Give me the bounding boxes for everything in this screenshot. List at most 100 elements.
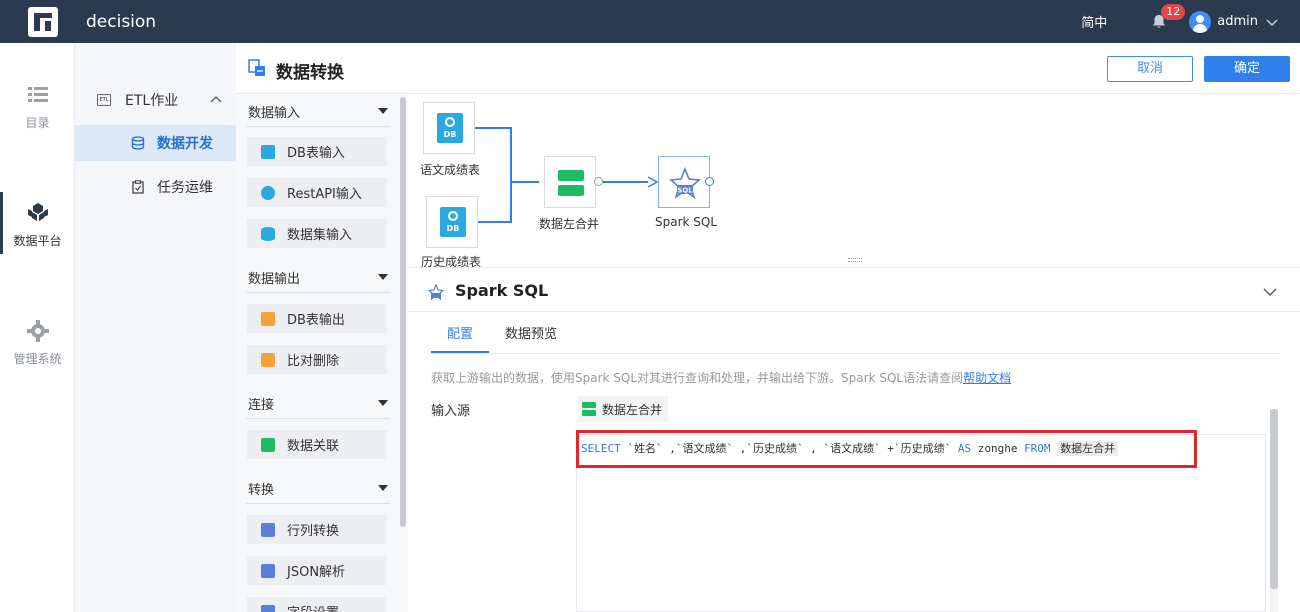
node-left-merge[interactable] — [544, 156, 596, 208]
cube-icon — [27, 203, 48, 221]
db-output-icon — [261, 311, 275, 326]
divider — [246, 418, 390, 419]
nav-item-label: 管理系统 — [13, 352, 62, 366]
user-name[interactable]: admin — [1217, 14, 1258, 29]
resize-handle[interactable] — [848, 258, 862, 262]
caret-down-icon — [378, 485, 388, 491]
main-content: 数据转换 取消 确定 数据输入 DB表输入 RestAPI输入 数据集输入 数据… — [236, 43, 1300, 612]
nav-item-data-platform[interactable]: 数据平台 — [0, 192, 75, 254]
output-port[interactable] — [705, 177, 714, 186]
field-settings-icon — [261, 604, 275, 612]
component-db-output[interactable]: DB表输出 — [247, 304, 387, 333]
caret-down-icon — [378, 400, 388, 406]
subnav-item-data-dev[interactable]: 数据开发 — [75, 125, 236, 161]
component-label: DB表输出 — [287, 313, 345, 328]
spark-sql-icon: SQL — [669, 167, 701, 199]
output-port[interactable] — [594, 177, 603, 186]
caret-down-icon — [378, 274, 388, 280]
component-label: 比对删除 — [287, 354, 340, 369]
merge-icon — [582, 402, 596, 416]
category-data-output[interactable]: 数据输出 — [248, 268, 388, 292]
tab-config[interactable]: 配置 — [447, 323, 473, 342]
language-switch[interactable]: 简中 — [1081, 12, 1107, 31]
database-icon — [131, 136, 145, 150]
node-label: 历史成绩表 — [421, 255, 482, 269]
nav-item-catalog[interactable]: 目录 — [0, 84, 75, 131]
component-compare-delete[interactable]: 比对删除 — [247, 345, 387, 374]
category-join[interactable]: 连接 — [248, 394, 388, 418]
panel-scrollbar[interactable] — [400, 97, 406, 527]
json-icon — [261, 563, 275, 578]
category-label: 连接 — [248, 398, 275, 413]
database-edit-icon: DB — [437, 113, 463, 143]
chevron-down-icon[interactable] — [1263, 285, 1277, 299]
nav-item-label: 数据平台 — [13, 234, 62, 248]
node-label: 数据左合并 — [539, 217, 600, 231]
component-label: DB表输入 — [287, 146, 345, 161]
gear-icon — [26, 320, 49, 342]
help-doc-link[interactable]: 帮助文档 — [963, 371, 1011, 385]
chevron-up-icon[interactable] — [210, 94, 222, 106]
merge-icon — [558, 170, 584, 196]
caret-down-icon — [378, 108, 388, 114]
component-row-col-transform[interactable]: 行列转换 — [247, 515, 387, 544]
input-source-label: 输入源 — [431, 404, 471, 419]
subnav-item-label: 任务运维 — [157, 180, 213, 196]
join-icon — [261, 437, 275, 452]
divider — [246, 503, 390, 504]
input-source-tag[interactable]: 数据左合并 — [578, 396, 669, 422]
properties-panel: Spark SQL 配置 数据预览 获取上游输出的数据，使用Spark SQL对… — [408, 269, 1300, 612]
nav-item-management[interactable]: 管理系统 — [0, 320, 75, 367]
subnav-item-task-ops[interactable]: 任务运维 — [75, 169, 236, 205]
component-data-join[interactable]: 数据关联 — [247, 430, 387, 459]
clipboard-icon — [132, 180, 144, 194]
component-field-settings[interactable]: 字段设置 — [247, 597, 387, 612]
spark-sql-small-icon — [428, 284, 444, 300]
category-label: 数据输出 — [248, 272, 301, 287]
flow-connectors — [473, 127, 659, 223]
app-logo[interactable] — [28, 6, 58, 37]
flow-canvas[interactable]: DB 语文成绩表 DB 历史成绩表 数据左合并 SQL Spark SQL — [408, 95, 1300, 269]
component-json-parse[interactable]: JSON解析 — [247, 556, 387, 585]
avatar[interactable] — [1189, 10, 1212, 33]
row-col-icon — [261, 522, 275, 537]
database-edit-icon: DB — [440, 207, 466, 237]
properties-title: Spark SQL — [455, 281, 549, 300]
api-icon — [261, 185, 275, 200]
page-header: 数据转换 取消 确定 — [236, 43, 1300, 94]
category-transform[interactable]: 转换 — [248, 479, 388, 503]
subnav-group-etl[interactable]: ETL ETL作业 — [75, 85, 236, 115]
editor-scrollbar[interactable] — [1270, 409, 1278, 589]
component-label: 数据集输入 — [287, 228, 353, 243]
confirm-button[interactable]: 确定 — [1204, 56, 1290, 82]
etl-icon: ETL — [97, 94, 111, 106]
divider — [246, 126, 390, 127]
subnav-group-label: ETL作业 — [125, 93, 179, 109]
node-spark-sql[interactable]: SQL — [658, 156, 710, 208]
node-chinese-scores[interactable]: DB — [423, 102, 475, 154]
description: 获取上游输出的数据，使用Spark SQL对其进行查询和处理，并输出给下游。Sp… — [431, 371, 964, 385]
page-title: 数据转换 — [276, 63, 344, 83]
component-label: 字段设置 — [287, 602, 339, 612]
chevron-down-icon[interactable] — [1266, 16, 1278, 28]
node-label: Spark SQL — [655, 215, 718, 229]
input-source-value: 数据左合并 — [602, 402, 663, 417]
component-label: 数据关联 — [287, 439, 340, 454]
transform-icon — [248, 59, 265, 76]
divider — [246, 292, 390, 293]
category-data-input[interactable]: 数据输入 — [248, 102, 388, 126]
notification-bell[interactable]: 12 — [1151, 3, 1186, 30]
app-name: decision — [86, 11, 157, 32]
top-bar: decision 简中 12 admin — [0, 0, 1300, 43]
cancel-button[interactable]: 取消 — [1107, 56, 1193, 82]
subnav-item-label: 数据开发 — [157, 136, 213, 152]
component-restapi-input[interactable]: RestAPI输入 — [247, 178, 387, 207]
component-panel: 数据输入 DB表输入 RestAPI输入 数据集输入 数据输出 DB表输出 比对… — [236, 95, 408, 612]
node-history-scores[interactable]: DB — [426, 196, 478, 248]
tab-data-preview[interactable]: 数据预览 — [505, 323, 557, 342]
component-dataset-input[interactable]: 数据集输入 — [247, 219, 387, 248]
divider — [408, 311, 1300, 312]
component-db-input[interactable]: DB表输入 — [247, 137, 387, 166]
highlight-box — [576, 430, 1197, 468]
description-text: 获取上游输出的数据，使用Spark SQL对其进行查询和处理，并输出给下游。Sp… — [431, 369, 1011, 386]
